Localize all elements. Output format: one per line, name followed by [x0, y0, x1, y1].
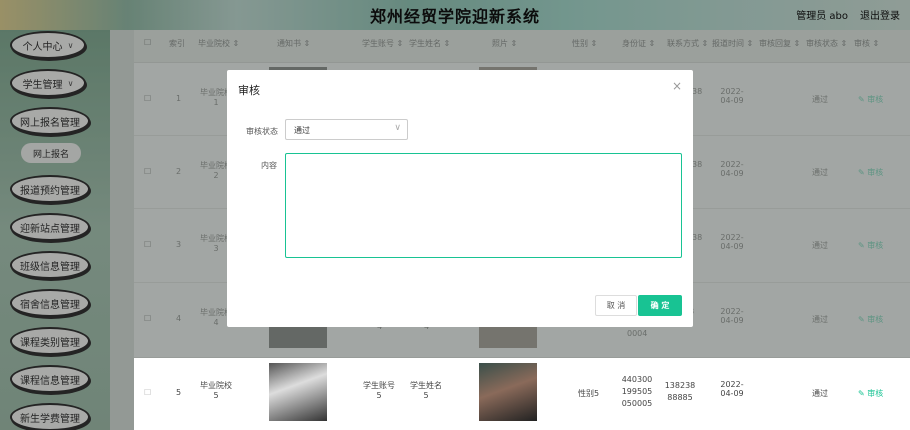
close-icon[interactable]: × [672, 79, 682, 93]
cancel-button[interactable]: 取 消 [595, 295, 637, 316]
content-label: 内容 [261, 161, 277, 170]
row-date: 2022-04-09 [720, 380, 744, 398]
audit-button[interactable]: ✎ 审核 [858, 388, 883, 399]
notice-thumbnail [269, 363, 327, 421]
content-textarea[interactable] [285, 153, 682, 258]
status-label: 审核状态 [246, 127, 278, 136]
dialog-title: 审核 [238, 84, 260, 97]
row-name: 学生姓名5 [410, 381, 442, 400]
row-status: 通过 [812, 389, 828, 398]
audit-dialog: 审核 × 审核状态 通过 ∨ 内容 取 消 确 定 [227, 70, 693, 327]
row-gender: 性别5 [578, 389, 600, 398]
row-index: 5 [176, 388, 182, 397]
row-checkbox[interactable]: ☐ [144, 388, 151, 397]
chevron-down-icon: ∨ [394, 123, 401, 133]
table-row: ☐ 5 毕业院校5 学生账号5 学生姓名5 性别5 44030019950505… [134, 358, 910, 430]
status-select-value: 通过 [294, 126, 310, 135]
row-school: 毕业院校5 [200, 381, 232, 400]
row-id: 440300199505050005 [621, 375, 653, 408]
photo-thumbnail [479, 363, 537, 421]
row-phone: 13823888885 [664, 381, 696, 402]
row-account: 学生账号5 [363, 381, 395, 400]
status-select[interactable]: 通过 ∨ [285, 119, 408, 140]
confirm-button[interactable]: 确 定 [638, 295, 682, 316]
